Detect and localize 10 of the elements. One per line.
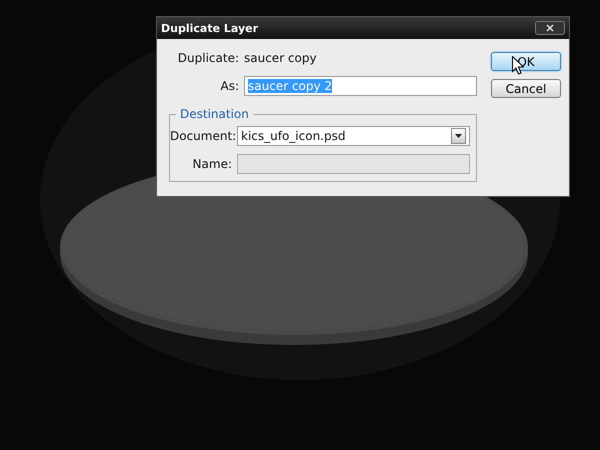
dialog-title: Duplicate Layer — [161, 22, 258, 34]
name-label: Name: — [192, 157, 232, 171]
duplicate-label: Duplicate: — [176, 51, 239, 65]
close-button[interactable] — [535, 21, 565, 35]
cancel-button[interactable]: Cancel — [491, 79, 561, 98]
as-label: As: — [219, 79, 239, 93]
destination-legend: Destination — [176, 107, 253, 121]
close-icon — [546, 24, 554, 32]
layer-name: saucer copy — [244, 51, 317, 65]
document-dropdown[interactable]: kics_ufo_icon.psd — [237, 126, 470, 146]
